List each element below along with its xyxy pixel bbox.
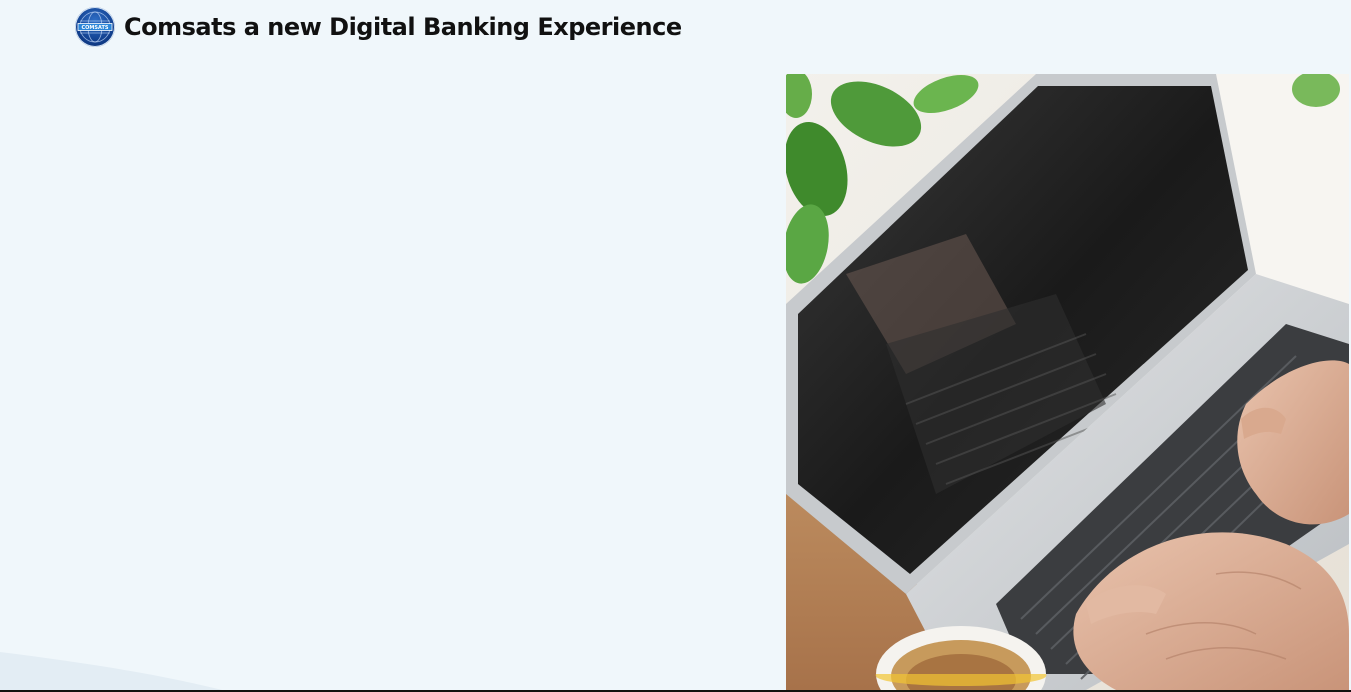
decorative-wave (0, 652, 230, 692)
page: COMSATS Comsats a new Digital Banking Ex… (0, 0, 1351, 692)
laptop-typing-photo-icon (786, 74, 1349, 690)
header: COMSATS Comsats a new Digital Banking Ex… (75, 7, 682, 47)
logo-text: COMSATS (82, 25, 109, 31)
hero-image (786, 74, 1349, 690)
comsats-logo[interactable]: COMSATS (75, 7, 115, 47)
globe-icon: COMSATS (77, 11, 113, 43)
page-title: Comsats a new Digital Banking Experience (124, 13, 682, 41)
